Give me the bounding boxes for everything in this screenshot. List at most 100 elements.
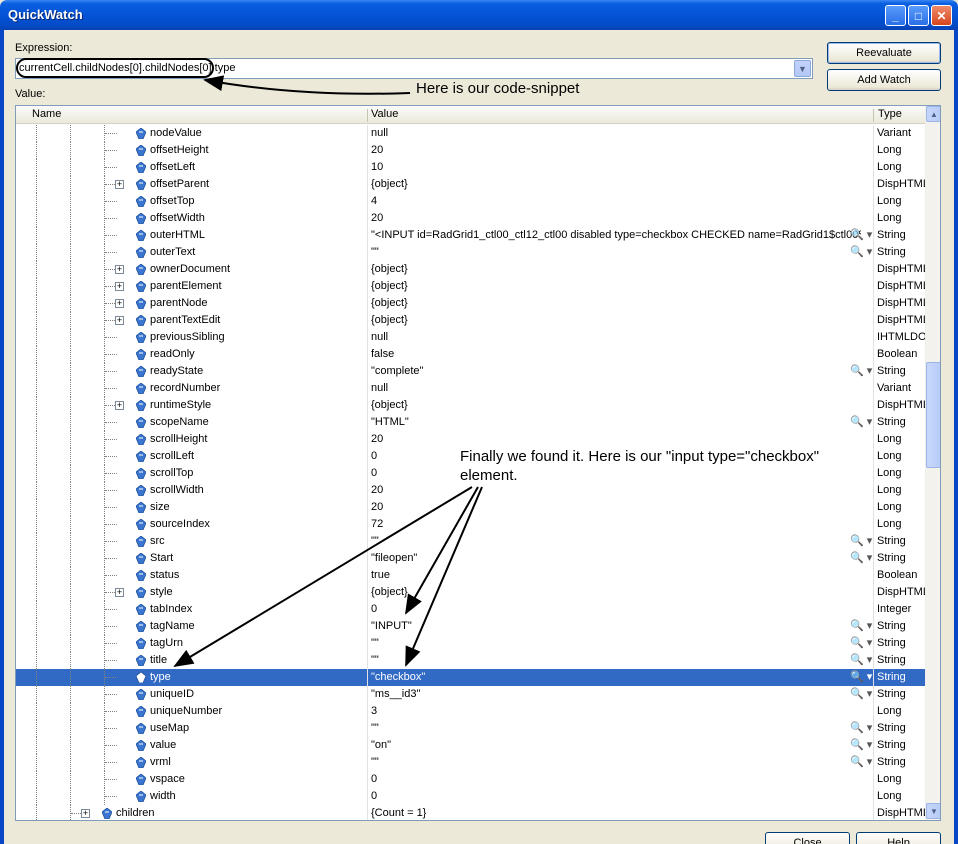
expand-toggle[interactable]: + [115, 180, 124, 189]
table-row[interactable]: nodeValue null Variant [16, 125, 925, 142]
cell-value[interactable]: "<INPUT id=RadGrid1_ctl00_ctl12_ctl00 di… [371, 229, 861, 241]
cell-value[interactable]: 0 [371, 790, 861, 802]
table-row[interactable]: + parentTextEdit {object} DispHTML [16, 312, 925, 329]
expand-toggle[interactable]: + [115, 282, 124, 291]
magnifier-icon[interactable]: 🔍 ▾ [850, 670, 872, 683]
expand-toggle[interactable]: + [115, 588, 124, 597]
header-name[interactable]: Name [32, 108, 61, 120]
table-row[interactable]: title "" 🔍 ▾ String [16, 652, 925, 669]
cell-value[interactable]: 10 [371, 161, 861, 173]
cell-value[interactable]: {Count = 1} [371, 807, 861, 819]
cell-value[interactable]: 3 [371, 705, 861, 717]
cell-value[interactable]: "HTML" [371, 416, 861, 428]
table-row[interactable]: offsetWidth 20 Long [16, 210, 925, 227]
magnifier-icon[interactable]: 🔍 ▾ [850, 415, 872, 428]
table-row[interactable]: + children {Count = 1} DispHTML [16, 805, 925, 820]
cell-value[interactable]: 20 [371, 484, 861, 496]
cell-value[interactable]: "" [371, 535, 861, 547]
cell-value[interactable]: 20 [371, 144, 861, 156]
cell-value[interactable]: "" [371, 722, 861, 734]
header-value[interactable]: Value [371, 108, 398, 120]
close-button[interactable]: Close [765, 832, 850, 844]
magnifier-icon[interactable]: 🔍 ▾ [850, 721, 872, 734]
table-row[interactable]: Start "fileopen" 🔍 ▾ String [16, 550, 925, 567]
magnifier-icon[interactable]: 🔍 ▾ [850, 755, 872, 768]
cell-value[interactable]: 0 [371, 467, 861, 479]
cell-value[interactable]: 4 [371, 195, 861, 207]
cell-value[interactable]: 20 [371, 501, 861, 513]
table-row[interactable]: size 20 Long [16, 499, 925, 516]
cell-value[interactable]: 20 [371, 433, 861, 445]
reevaluate-button[interactable]: Reevaluate [827, 42, 941, 64]
cell-value[interactable]: 0 [371, 773, 861, 785]
magnifier-icon[interactable]: 🔍 ▾ [850, 228, 872, 241]
cell-value[interactable]: "INPUT" [371, 620, 861, 632]
table-row[interactable]: status true Boolean [16, 567, 925, 584]
table-row[interactable]: type "checkbox" 🔍 ▾ String [16, 669, 925, 686]
table-row[interactable]: scopeName "HTML" 🔍 ▾ String [16, 414, 925, 431]
combo-dropdown-button[interactable]: ▼ [794, 60, 811, 77]
table-row[interactable]: + ownerDocument {object} DispHTML [16, 261, 925, 278]
table-row[interactable]: src "" 🔍 ▾ String [16, 533, 925, 550]
table-row[interactable]: + style {object} DispHTML [16, 584, 925, 601]
add-watch-button[interactable]: Add Watch [827, 69, 941, 91]
magnifier-icon[interactable]: 🔍 ▾ [850, 619, 872, 632]
magnifier-icon[interactable]: 🔍 ▾ [850, 653, 872, 666]
cell-value[interactable]: "fileopen" [371, 552, 861, 564]
table-row[interactable]: sourceIndex 72 Long [16, 516, 925, 533]
vertical-scrollbar[interactable]: ▲ ▼ [925, 106, 940, 820]
table-row[interactable]: tabIndex 0 Integer [16, 601, 925, 618]
cell-value[interactable]: "ms__id3" [371, 688, 861, 700]
magnifier-icon[interactable]: 🔍 ▾ [850, 551, 872, 564]
cell-value[interactable]: "" [371, 654, 861, 666]
close-window-button[interactable]: ✕ [931, 5, 952, 26]
cell-value[interactable]: {object} [371, 263, 861, 275]
cell-value[interactable]: {object} [371, 399, 861, 411]
table-row[interactable]: vspace 0 Long [16, 771, 925, 788]
table-row[interactable]: previousSibling null IHTMLDO [16, 329, 925, 346]
table-row[interactable]: value "on" 🔍 ▾ String [16, 737, 925, 754]
table-row[interactable]: offsetTop 4 Long [16, 193, 925, 210]
magnifier-icon[interactable]: 🔍 ▾ [850, 738, 872, 751]
maximize-button[interactable]: □ [908, 5, 929, 26]
cell-value[interactable]: 0 [371, 603, 861, 615]
table-row[interactable]: uniqueID "ms__id3" 🔍 ▾ String [16, 686, 925, 703]
table-row[interactable]: uniqueNumber 3 Long [16, 703, 925, 720]
cell-value[interactable]: "complete" [371, 365, 861, 377]
header-type[interactable]: Type [878, 108, 902, 120]
magnifier-icon[interactable]: 🔍 ▾ [850, 687, 872, 700]
table-row[interactable]: outerText "" 🔍 ▾ String [16, 244, 925, 261]
magnifier-icon[interactable]: 🔍 ▾ [850, 636, 872, 649]
cell-value[interactable]: "" [371, 246, 861, 258]
scroll-down-button[interactable]: ▼ [926, 803, 940, 819]
table-row[interactable]: recordNumber null Variant [16, 380, 925, 397]
cell-value[interactable]: null [371, 331, 861, 343]
cell-value[interactable]: "on" [371, 739, 861, 751]
table-row[interactable]: tagUrn "" 🔍 ▾ String [16, 635, 925, 652]
table-row[interactable]: offsetLeft 10 Long [16, 159, 925, 176]
table-row[interactable]: vrml "" 🔍 ▾ String [16, 754, 925, 771]
table-row[interactable]: scrollHeight 20 Long [16, 431, 925, 448]
scroll-up-button[interactable]: ▲ [926, 106, 940, 122]
table-row[interactable]: offsetHeight 20 Long [16, 142, 925, 159]
cell-value[interactable]: {object} [371, 280, 861, 292]
cell-value[interactable]: false [371, 348, 861, 360]
cell-value[interactable]: {object} [371, 314, 861, 326]
help-button[interactable]: Help [856, 832, 941, 844]
table-row[interactable]: + runtimeStyle {object} DispHTML [16, 397, 925, 414]
expand-toggle[interactable]: + [81, 809, 90, 818]
cell-value[interactable]: null [371, 127, 861, 139]
cell-value[interactable]: 72 [371, 518, 861, 530]
expand-toggle[interactable]: + [115, 265, 124, 274]
expand-toggle[interactable]: + [115, 299, 124, 308]
table-row[interactable]: readyState "complete" 🔍 ▾ String [16, 363, 925, 380]
minimize-button[interactable]: _ [885, 5, 906, 26]
table-row[interactable]: useMap "" 🔍 ▾ String [16, 720, 925, 737]
expand-toggle[interactable]: + [115, 316, 124, 325]
magnifier-icon[interactable]: 🔍 ▾ [850, 364, 872, 377]
scroll-thumb[interactable] [926, 362, 940, 468]
cell-value[interactable]: "" [371, 756, 861, 768]
table-row[interactable]: tagName "INPUT" 🔍 ▾ String [16, 618, 925, 635]
cell-value[interactable]: "" [371, 637, 861, 649]
magnifier-icon[interactable]: 🔍 ▾ [850, 245, 872, 258]
